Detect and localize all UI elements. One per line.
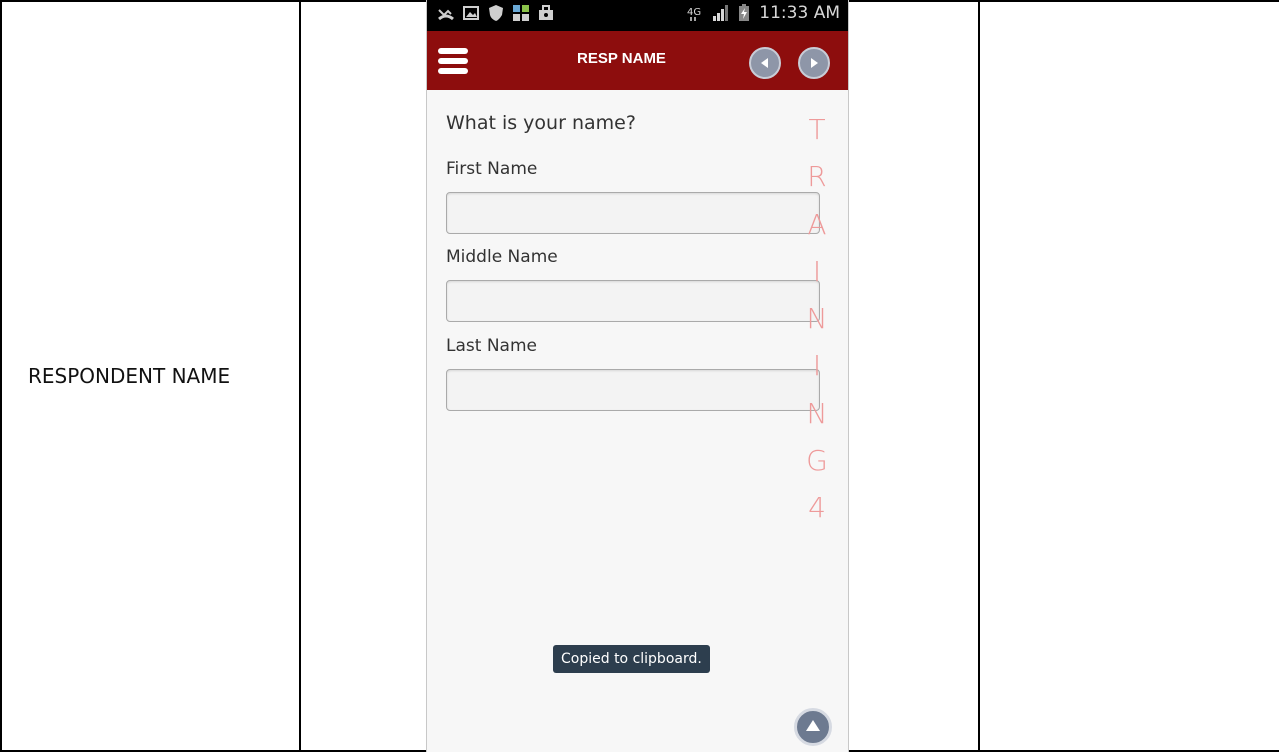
battery-icon <box>735 4 753 22</box>
status-time: 11:33 AM <box>759 3 840 23</box>
watermark-letter: R <box>807 160 827 194</box>
row-label-cell: RESPONDENT NAME <box>0 0 301 752</box>
status-bar: 4G 11:33 AM <box>427 0 848 31</box>
middle-name-input[interactable] <box>446 280 820 322</box>
shield-icon <box>487 4 505 22</box>
next-button[interactable] <box>798 47 830 79</box>
row-label: RESPONDENT NAME <box>28 364 231 388</box>
first-name-label: First Name <box>446 159 538 179</box>
question-text: What is your name? <box>446 112 636 134</box>
scroll-to-top-button[interactable] <box>794 708 832 746</box>
watermark-letter: T <box>808 113 826 146</box>
watermark-letter: N <box>806 302 828 336</box>
watermark-letter: I <box>812 349 822 383</box>
briefcase-icon <box>537 4 555 22</box>
middle-name-label: Middle Name <box>446 247 558 267</box>
training-watermark: T R A I N I N G 4 <box>803 106 831 532</box>
form-content: What is your name? First Name Middle Nam… <box>427 90 848 752</box>
network-4g-icon: 4G <box>687 4 705 22</box>
watermark-letter: N <box>806 396 828 430</box>
app-bar: RESP NAME <box>427 31 848 90</box>
last-name-label: Last Name <box>446 336 537 356</box>
notes-cell <box>978 0 1279 752</box>
phone-screen: 4G 11:33 AM RESP NAME What is your name?… <box>426 0 849 752</box>
arrow-right-icon <box>811 58 818 68</box>
image-icon <box>462 4 480 22</box>
arrow-up-icon <box>806 720 820 731</box>
previous-button[interactable] <box>749 47 781 79</box>
apps-grid-icon <box>512 4 530 22</box>
watermark-letter: A <box>807 207 827 241</box>
arrow-left-icon <box>761 58 768 68</box>
watermark-letter: G <box>806 444 828 478</box>
signal-icon <box>711 4 729 22</box>
first-name-input[interactable] <box>446 192 820 234</box>
watermark-letter: I <box>812 254 822 288</box>
clipboard-toast: Copied to clipboard. <box>553 645 710 673</box>
last-name-input[interactable] <box>446 369 820 411</box>
svg-text:4G: 4G <box>687 7 701 18</box>
missed-call-icon <box>437 4 455 22</box>
watermark-letter: 4 <box>808 491 826 525</box>
